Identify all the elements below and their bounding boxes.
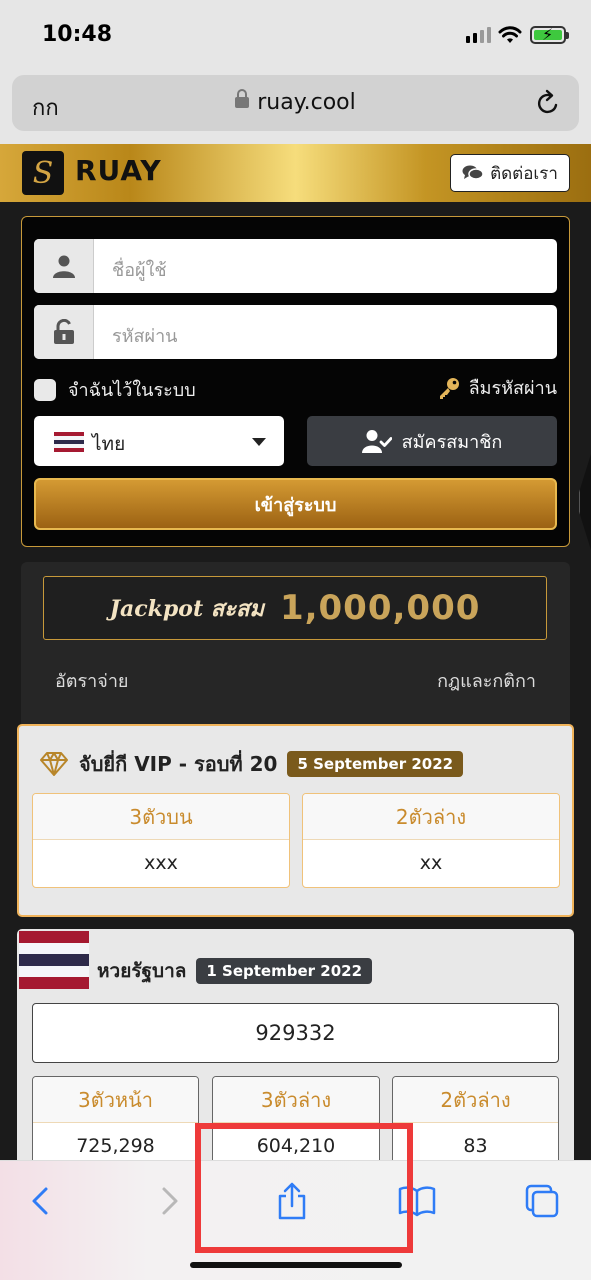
chevron-down-icon: [252, 438, 266, 446]
jackpot-panel: Jackpot สะสม 1,000,000 อัตราจ่าย กฎและกต…: [21, 562, 570, 732]
result-label: 2ตัวล่าง: [303, 794, 559, 840]
vip-result-card[interactable]: จับยี่กี VIP - รอบที่ 20 5 September 202…: [17, 724, 574, 917]
thai-result-2bottom: 2ตัวล่าง 83: [392, 1076, 559, 1171]
back-button[interactable]: [20, 1181, 60, 1221]
thai-flag-icon: [19, 931, 89, 989]
wifi-icon: [498, 26, 522, 43]
brand-name: RUAY: [75, 154, 162, 187]
chat-icon: [462, 165, 484, 180]
forgot-label: ลืมรหัสผ่าน: [468, 378, 557, 399]
result-label: 3ตัวล่าง: [213, 1077, 379, 1123]
forgot-password-link[interactable]: ลืมรหัสผ่าน: [437, 373, 557, 402]
language-value: ไทย: [92, 433, 126, 455]
reload-icon[interactable]: [535, 89, 561, 117]
forward-icon: [162, 1187, 178, 1215]
result-label: 3ตัวหน้า: [33, 1077, 198, 1123]
tabs-icon: [525, 1184, 559, 1218]
result-label: 2ตัวล่าง: [393, 1077, 558, 1123]
tabs-button[interactable]: [522, 1181, 562, 1221]
vip-result-3top: 3ตัวบน xxx: [32, 793, 290, 888]
thai-title-row: หวยรัฐบาล 1 September 2022: [97, 956, 373, 986]
jackpot-value: 1,000,000: [279, 588, 481, 628]
rules-link[interactable]: กฎและกติกา: [437, 666, 536, 695]
password-placeholder: รหัสผ่าน: [112, 326, 178, 347]
battery-icon: ⚡: [530, 25, 569, 44]
user-check-icon: [361, 430, 392, 453]
contact-label: ติดต่อเรา: [490, 163, 558, 184]
jackpot-box: Jackpot สะสม 1,000,000: [43, 576, 547, 640]
url-field[interactable]: ruay.cool: [12, 89, 579, 115]
login-panel: ชื่อผู้ใช้ รหัสผ่าน จำฉันไว้ในระบบ ลืมรห…: [21, 216, 570, 547]
remember-checkbox[interactable]: [34, 378, 56, 401]
result-value: xxx: [144, 852, 178, 874]
key-icon: [439, 377, 459, 399]
thai-date-badge: 1 September 2022: [196, 958, 373, 984]
vip-date-badge: 5 September 2022: [287, 751, 464, 777]
browser-address-area: กก ruay.cool: [0, 72, 591, 144]
thai-flag-icon: [54, 432, 84, 452]
register-label: สมัครสมาชิก: [401, 431, 503, 453]
signal-icon: [466, 27, 491, 43]
user-icon: [34, 239, 94, 293]
language-select[interactable]: ไทย: [34, 416, 284, 466]
vip-title-row: จับยี่กี VIP - รอบที่ 20 5 September 202…: [39, 748, 464, 780]
forward-button[interactable]: [150, 1181, 190, 1221]
logo[interactable]: S: [22, 151, 64, 195]
thai-lottery-title: หวยรัฐบาล: [97, 960, 187, 982]
payout-rate-link[interactable]: อัตราจ่าย: [55, 666, 128, 695]
back-icon: [32, 1187, 48, 1215]
address-bar[interactable]: กก ruay.cool: [12, 75, 579, 131]
home-indicator[interactable]: [190, 1262, 402, 1268]
url-text: ruay.cool: [257, 90, 356, 115]
first-prize-number: 929332: [32, 1003, 559, 1063]
share-highlight-annotation: [195, 1123, 413, 1253]
remember-me[interactable]: จำฉันไว้ในระบบ: [34, 375, 196, 404]
login-button[interactable]: เข้าสู่ระบบ: [34, 478, 557, 530]
login-label: เข้าสู่ระบบ: [254, 494, 337, 516]
register-button[interactable]: สมัครสมาชิก: [307, 416, 557, 466]
diamond-icon: [40, 752, 68, 776]
password-field[interactable]: รหัสผ่าน: [34, 305, 557, 359]
contact-button[interactable]: ติดต่อเรา: [450, 154, 570, 192]
status-bar: 10:48 ⚡: [0, 0, 591, 72]
result-label: 3ตัวบน: [33, 794, 289, 840]
status-time: 10:48: [42, 22, 113, 47]
username-field[interactable]: ชื่อผู้ใช้: [34, 239, 557, 293]
username-placeholder: ชื่อผู้ใช้: [112, 260, 167, 281]
unlock-icon: [34, 305, 94, 359]
result-value: xx: [419, 852, 443, 874]
lock-icon: [235, 89, 250, 108]
vip-result-2bottom: 2ตัวล่าง xx: [302, 793, 560, 888]
jackpot-label: Jackpot สะสม: [109, 595, 264, 622]
site-header: S RUAY ติดต่อเรา: [0, 144, 591, 202]
remember-label: จำฉันไว้ในระบบ: [68, 380, 196, 401]
thai-result-3front: 3ตัวหน้า 725,298: [32, 1076, 199, 1171]
vip-title: จับยี่กี VIP - รอบที่ 20: [79, 752, 278, 776]
side-panel-tab[interactable]: [579, 454, 591, 550]
